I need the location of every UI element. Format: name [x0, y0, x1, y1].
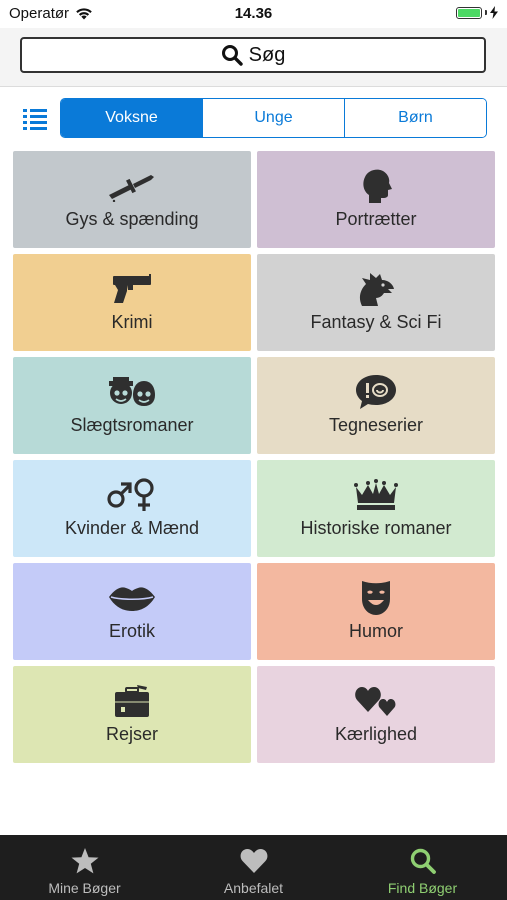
tab-bar: Mine Bøger Anbefalet Find Bøger: [0, 835, 507, 900]
lips-icon: [109, 587, 155, 611]
search-button[interactable]: Søg: [20, 37, 486, 73]
age-group-segmented-control: Voksne Unge Børn: [60, 98, 487, 138]
category-label: Portrætter: [335, 209, 417, 229]
segment-unge[interactable]: Unge: [202, 99, 344, 137]
search-label: Søg: [248, 43, 286, 66]
category-tile-fantasy-sci-fi[interactable]: Fantasy & Sci Fi: [257, 254, 495, 351]
search-bar-area: Søg: [0, 28, 507, 87]
tab-find-boger[interactable]: Find Bøger: [338, 835, 507, 900]
knife-icon: [109, 175, 154, 202]
dragon-icon: [359, 273, 394, 306]
category-grid: Gys & spænding Portrætter Krimi Fantasy …: [13, 151, 495, 763]
category-tile-kvinder-maend[interactable]: Kvinder & Mænd: [13, 460, 251, 557]
tab-label: Mine Bøger: [48, 880, 121, 896]
head-silhouette-icon: [363, 169, 392, 203]
category-label: Rejser: [105, 724, 158, 744]
category-label: Tegneserier: [328, 415, 424, 435]
search-icon: [221, 45, 243, 66]
clock: 14.36: [234, 5, 273, 22]
category-label: Gys & spænding: [65, 209, 199, 229]
mask-icon: [362, 581, 390, 615]
charging-bolt-icon: [490, 6, 498, 19]
category-tile-krimi[interactable]: Krimi: [13, 254, 251, 351]
gender-symbols-icon: [107, 478, 154, 511]
speech-bubble-icon: [356, 375, 396, 409]
category-tile-gys-spaending[interactable]: Gys & spænding: [13, 151, 251, 248]
category-label: Humor: [348, 621, 403, 641]
category-label: Kærlighed: [334, 724, 418, 744]
crown-icon: [354, 479, 398, 510]
heart-icon: [240, 849, 267, 873]
category-label: Historiske romaner: [300, 518, 452, 538]
segment-born[interactable]: Børn: [344, 99, 486, 137]
pistol-icon: [113, 274, 151, 303]
category-label: Fantasy & Sci Fi: [310, 312, 442, 332]
category-tile-kaerlighed[interactable]: Kærlighed: [257, 666, 495, 763]
hearts-icon: [355, 687, 396, 716]
category-label: Krimi: [111, 312, 153, 332]
family-icon: [109, 377, 155, 406]
tab-anbefalet[interactable]: Anbefalet: [169, 835, 338, 900]
category-tile-rejser[interactable]: Rejser: [13, 666, 251, 763]
tab-label: Anbefalet: [223, 880, 284, 896]
tab-mine-boger[interactable]: Mine Bøger: [0, 835, 169, 900]
status-bar: Operatør 14.36: [0, 0, 507, 28]
category-tile-tegneserier[interactable]: Tegneserier: [257, 357, 495, 454]
list-view-button[interactable]: [22, 106, 48, 132]
category-tile-slaegtsromaner[interactable]: Slægtsromaner: [13, 357, 251, 454]
category-label: Erotik: [108, 621, 155, 641]
segment-voksne[interactable]: Voksne: [61, 99, 202, 137]
suitcase-icon: [115, 685, 149, 717]
tab-label: Find Bøger: [387, 880, 458, 896]
category-label: Kvinder & Mænd: [64, 518, 200, 538]
category-tile-historiske-romaner[interactable]: Historiske romaner: [257, 460, 495, 557]
category-tile-humor[interactable]: Humor: [257, 563, 495, 660]
search-icon: [410, 848, 436, 874]
list-icon: [23, 109, 47, 130]
star-icon: [71, 848, 98, 874]
category-tile-erotik[interactable]: Erotik: [13, 563, 251, 660]
battery-icon: [456, 6, 482, 19]
category-tile-portraetter[interactable]: Portrætter: [257, 151, 495, 248]
category-label: Slægtsromaner: [70, 415, 194, 435]
battery-indicator: [456, 6, 498, 19]
